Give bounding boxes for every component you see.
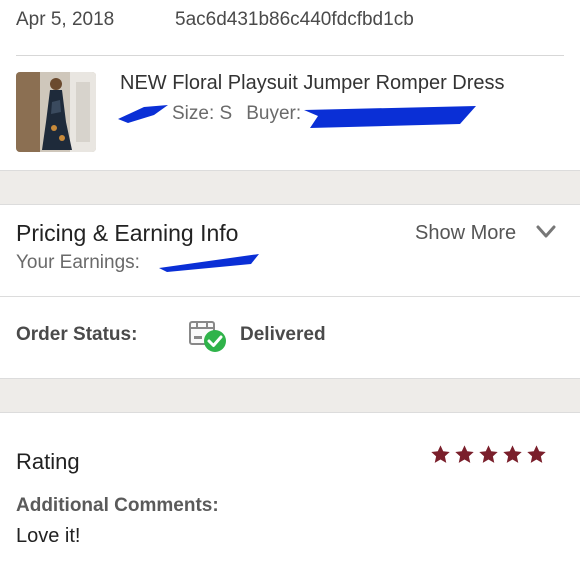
divider [0, 204, 580, 205]
order-status-value: Delivered [240, 324, 326, 345]
redaction-scribble [304, 106, 476, 128]
section-gap [0, 171, 580, 204]
package-delivered-icon [189, 321, 226, 352]
additional-comments-label: Additional Comments: [16, 495, 219, 516]
star-icon [479, 445, 498, 463]
show-more-button[interactable]: Show More [415, 222, 516, 245]
item-size: Size: S [172, 103, 233, 124]
clipped-header-text: Order Date Order ID [16, 0, 262, 6]
item-title[interactable]: NEW Floral Playsuit Jumper Romper Dress [120, 72, 505, 95]
order-status-label: Order Status: [16, 324, 138, 345]
pricing-title: Pricing & Earning Info [16, 220, 239, 246]
order-date: Apr 5, 2018 [16, 9, 115, 30]
order-id: 5ac6d431b86c440fdcfbd1cb [175, 9, 414, 30]
item-meta: Size: S Buyer: [172, 103, 301, 125]
redaction-scribble [118, 105, 168, 123]
item-thumbnail[interactable] [16, 72, 96, 152]
divider [0, 412, 580, 413]
divider [16, 55, 564, 56]
star-icon [527, 445, 546, 463]
star-rating [430, 444, 547, 465]
rating-label: Rating [16, 449, 80, 474]
star-icon [431, 445, 450, 463]
earnings-label: Your Earnings: [16, 252, 140, 273]
chevron-down-icon[interactable] [535, 222, 557, 242]
buyer-label: Buyer: [246, 103, 302, 124]
section-gap [0, 379, 580, 412]
star-icon [503, 445, 522, 463]
star-icon [455, 445, 474, 463]
comment-text: Love it! [16, 525, 81, 547]
divider [0, 296, 580, 297]
redaction-scribble [159, 254, 259, 272]
